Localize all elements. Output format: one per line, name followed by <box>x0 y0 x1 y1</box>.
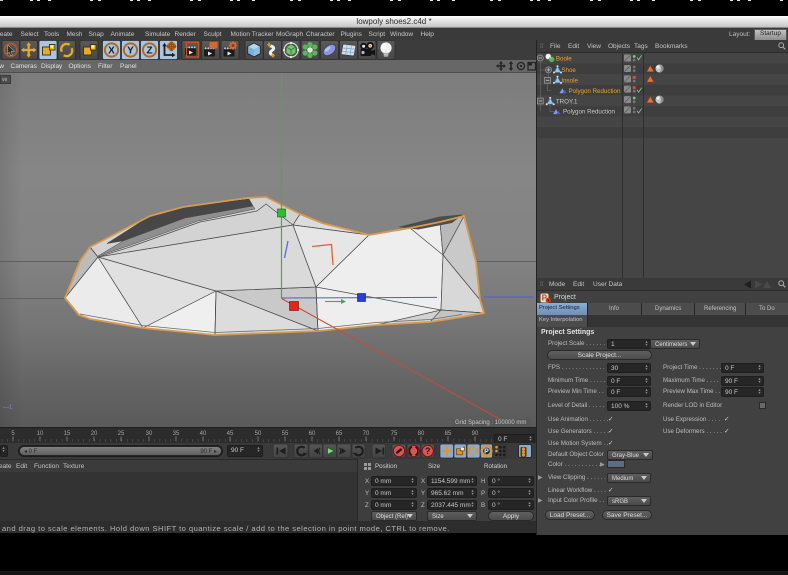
svg-text:45: 45 <box>227 431 234 437</box>
svg-text:30: 30 <box>146 431 153 437</box>
svg-text:Z: Z <box>146 46 152 57</box>
svg-text:P: P <box>484 449 489 456</box>
svg-text:X: X <box>108 46 115 57</box>
svg-text:Polygon Reduction: Polygon Reduction <box>563 109 616 116</box>
svg-text:25: 25 <box>118 431 125 437</box>
svg-text:65: 65 <box>336 431 343 437</box>
svg-text:Polygon Reduction: Polygon Reduction <box>569 88 622 95</box>
svg-text:5: 5 <box>11 431 15 437</box>
svg-text:Y: Y <box>127 46 134 57</box>
svg-text:10: 10 <box>37 431 44 437</box>
svg-text:90: 90 <box>472 431 479 437</box>
svg-text:85: 85 <box>445 431 452 437</box>
svg-text:80: 80 <box>418 431 425 437</box>
svg-text:50: 50 <box>255 431 262 437</box>
svg-text:?: ? <box>425 446 431 456</box>
svg-text:35: 35 <box>173 431 180 437</box>
svg-text:Boole: Boole <box>556 55 572 62</box>
svg-text:75: 75 <box>391 431 398 437</box>
svg-text:70: 70 <box>363 431 370 437</box>
svg-text:55: 55 <box>282 431 289 437</box>
svg-text:40: 40 <box>200 431 207 437</box>
svg-text:Insole: Insole <box>561 78 578 85</box>
svg-text:TROY.1: TROY.1 <box>556 98 578 105</box>
svg-text:Shoe: Shoe <box>561 67 576 74</box>
svg-text:15: 15 <box>64 431 71 437</box>
svg-text:20: 20 <box>91 431 98 437</box>
svg-text:60: 60 <box>309 431 316 437</box>
